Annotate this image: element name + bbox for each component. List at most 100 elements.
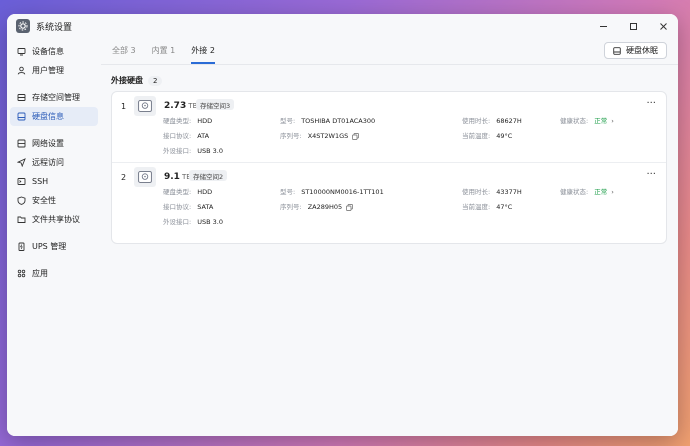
count-badge: 2 xyxy=(148,75,163,86)
sidebar-item[interactable]: SSH xyxy=(10,172,98,191)
field-key: 接口协议: xyxy=(163,203,192,211)
folder-icon xyxy=(17,215,26,224)
disk-capacity: 9.1 TB xyxy=(164,172,191,182)
field-value: X4ST2W1GS xyxy=(307,132,349,140)
hard-drive-icon xyxy=(134,96,156,116)
field-key: 使用时长: xyxy=(462,117,491,125)
tab-bar: 全部 3 内置 1 外接 2 xyxy=(112,38,231,64)
sidebar-item-label: 用户管理 xyxy=(32,66,64,75)
field-value: HDD xyxy=(197,188,213,196)
disk-index: 2 xyxy=(121,173,127,182)
disk-model-field: 型号: TOSHIBA DT01ACA300 xyxy=(280,115,375,125)
chevron-right-icon[interactable]: › xyxy=(611,117,614,125)
network-icon xyxy=(17,139,26,148)
field-value: 43377H xyxy=(496,188,522,196)
disk-port-field: 外设接口: USB 3.0 xyxy=(163,216,223,226)
disk-row: 1 2.73 TB 存储空间3 ··· 硬盘类型: HDD 型号: TOSHIBA DT01AC… xyxy=(112,92,666,162)
section-header: 外接硬盘 2 xyxy=(111,75,163,86)
field-key: 外设接口: xyxy=(163,218,192,226)
ups-icon xyxy=(17,242,26,251)
sidebar-group: 应用 xyxy=(7,264,101,283)
disk-interface-field: 接口协议: ATA xyxy=(163,130,209,140)
field-value: TOSHIBA DT01ACA300 xyxy=(301,117,376,125)
sidebar-item-label: SSH xyxy=(32,177,49,186)
user-icon xyxy=(17,66,26,75)
disk-serial-field: 序列号: ZA289H05 xyxy=(280,201,354,211)
disk-capacity-value: 2.73 xyxy=(164,101,187,111)
disk-capacity: 2.73 TB xyxy=(164,101,197,111)
title-bar: 系统设置 xyxy=(7,14,678,38)
field-value: ATA xyxy=(197,132,210,140)
sidebar-item[interactable]: 应用 xyxy=(10,264,98,283)
tab-external[interactable]: 外接 2 xyxy=(191,45,215,64)
chevron-right-icon[interactable]: › xyxy=(611,188,614,196)
section-title: 外接硬盘 xyxy=(111,76,143,85)
field-key: 当前温度: xyxy=(462,203,491,211)
field-value: 47°C xyxy=(496,203,513,211)
tab-internal[interactable]: 内置 1 xyxy=(152,45,176,64)
copy-icon[interactable] xyxy=(352,132,360,140)
field-value: USB 3.0 xyxy=(197,218,223,226)
field-value: ZA289H05 xyxy=(307,203,343,211)
main-content: 全部 3 内置 1 外接 2 硬盘休眠 外接硬盘 2 1 2.73 TB 存储空间3 ·… xyxy=(101,38,678,436)
copy-icon[interactable] xyxy=(346,203,354,211)
disk-type-field: 硬盘类型: HDD xyxy=(163,115,212,125)
disk-model-field: 型号: ST10000NM0016-1TT101 xyxy=(280,186,384,196)
disk-index: 1 xyxy=(121,102,127,111)
disk-temperature-field: 当前温度: 49°C xyxy=(462,130,512,140)
sidebar-item-label: 存储空间管理 xyxy=(32,93,80,102)
field-key: 序列号: xyxy=(280,132,302,140)
disk-type-field: 硬盘类型: HDD xyxy=(163,186,212,196)
sidebar-item[interactable]: 设备信息 xyxy=(10,42,98,61)
sidebar-item[interactable]: 网络设置 xyxy=(10,134,98,153)
field-key: 型号: xyxy=(280,117,296,125)
shield-icon xyxy=(17,196,26,205)
sidebar-item-label: 应用 xyxy=(32,269,48,278)
field-value: 68627H xyxy=(496,117,522,125)
field-key: 健康状态: xyxy=(560,188,589,196)
field-key: 接口协议: xyxy=(163,132,192,140)
sidebar-item[interactable]: UPS 管理 xyxy=(10,237,98,256)
field-key: 使用时长: xyxy=(462,188,491,196)
more-options-icon[interactable]: ··· xyxy=(646,98,656,109)
maximize-button[interactable] xyxy=(618,14,648,38)
disk-sleep-button[interactable]: 硬盘休眠 xyxy=(604,42,667,59)
sidebar-item[interactable]: 文件共享协议 xyxy=(10,210,98,229)
disk-interface-field: 接口协议: SATA xyxy=(163,201,213,211)
close-button[interactable] xyxy=(648,14,678,38)
field-key: 序列号: xyxy=(280,203,302,211)
disk-port-field: 外设接口: USB 3.0 xyxy=(163,145,223,155)
tab-all[interactable]: 全部 3 xyxy=(112,45,136,64)
minimize-icon xyxy=(599,25,607,27)
field-key: 外设接口: xyxy=(163,147,192,155)
sidebar-item[interactable]: 远程访问 xyxy=(10,153,98,172)
more-options-icon[interactable]: ··· xyxy=(646,169,656,180)
disk-temperature-field: 当前温度: 47°C xyxy=(462,201,512,211)
disk-uptime-field: 使用时长: 68627H xyxy=(462,115,522,125)
sidebar-group: UPS 管理 xyxy=(7,237,101,256)
health-status: 正常 xyxy=(594,188,608,196)
sidebar-group: 网络设置远程访问 SSH 安全性 文件共享协议 xyxy=(7,134,101,229)
sidebar-item[interactable]: 安全性 xyxy=(10,191,98,210)
sidebar-item-label: 网络设置 xyxy=(32,139,64,148)
field-key: 硬盘类型: xyxy=(163,188,192,196)
tab-divider xyxy=(101,64,678,65)
field-key: 当前温度: xyxy=(462,132,491,140)
disk-health-field[interactable]: 健康状态: 正常 › xyxy=(560,115,614,125)
window-title: 系统设置 xyxy=(36,22,73,33)
sidebar-item[interactable]: 硬盘信息 xyxy=(10,107,98,126)
sidebar-group: 存储空间管理硬盘信息 xyxy=(7,88,101,126)
disk-uptime-field: 使用时长: 43377H xyxy=(462,186,522,196)
sidebar-item[interactable]: 用户管理 xyxy=(10,61,98,80)
sidebar-item[interactable]: 存储空间管理 xyxy=(10,88,98,107)
field-value: HDD xyxy=(197,117,213,125)
field-value: ST10000NM0016-1TT101 xyxy=(301,188,384,196)
field-value: SATA xyxy=(197,203,214,211)
disk-row: 2 9.1 TB 存储空间2 ··· 硬盘类型: HDD 型号: ST10000NM0016-1… xyxy=(112,162,666,244)
settings-window: 系统设置 设备信息用户管理存储空间管理硬盘信息网络设置远程访问 SSH 安全性 文件共… xyxy=(7,14,678,436)
disk-health-field[interactable]: 健康状态: 正常 › xyxy=(560,186,614,196)
field-value: 49°C xyxy=(496,132,513,140)
field-value: USB 3.0 xyxy=(197,147,223,155)
disk-sleep-label: 硬盘休眠 xyxy=(626,46,658,55)
minimize-button[interactable] xyxy=(588,14,618,38)
